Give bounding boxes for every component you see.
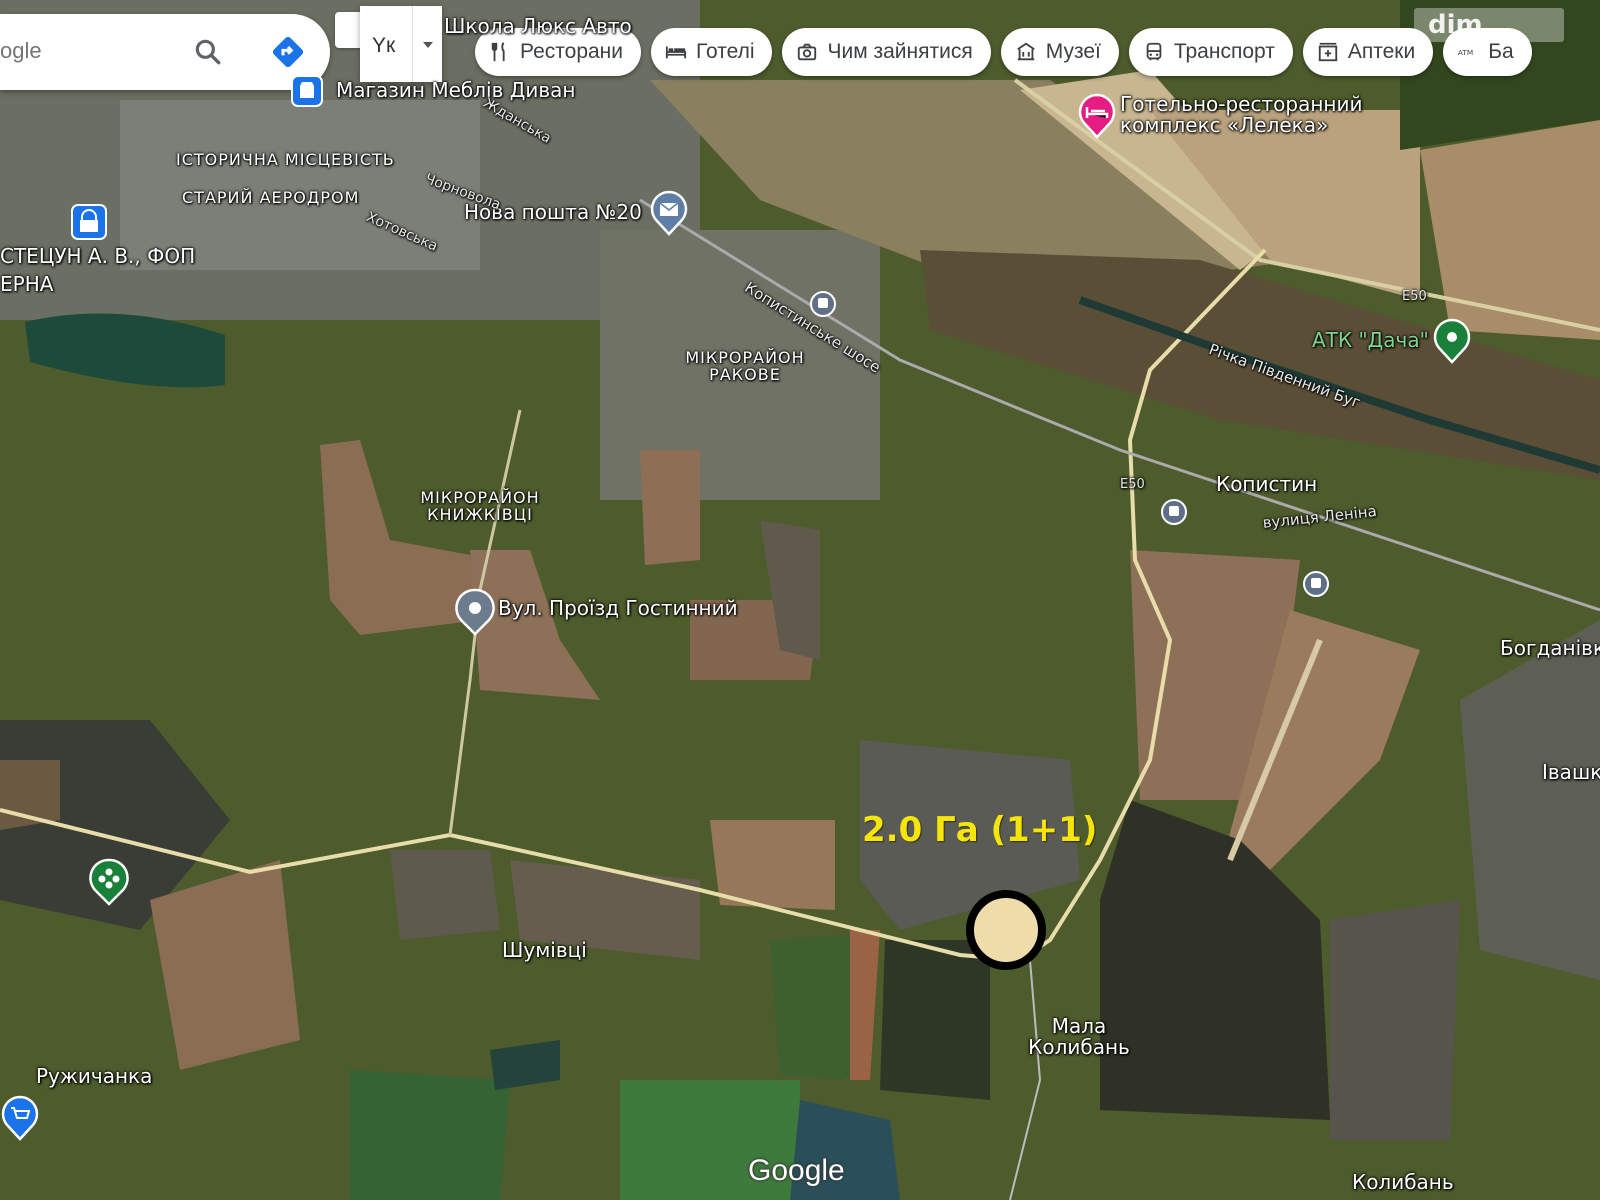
chip-transport[interactable]: Транспорт [1128, 28, 1293, 76]
chip-label: Ба [1488, 40, 1514, 63]
fork-knife-icon [491, 42, 505, 62]
field [880, 940, 990, 1100]
place-label-aerodrom: СТАРИЙ АЕРОДРОМ [182, 188, 360, 207]
field [1420, 120, 1600, 340]
bus-icon [1146, 42, 1162, 61]
marker-shopping[interactable] [70, 203, 108, 243]
place-label-cherna: ЕРНА [0, 272, 54, 296]
chip-label: Готелі [696, 40, 755, 63]
language-selector[interactable]: Yк [360, 6, 442, 82]
museum-icon [1016, 42, 1035, 61]
search-icon[interactable] [192, 36, 224, 68]
satellite-map[interactable] [0, 0, 1600, 1200]
language-code: Yк [372, 34, 396, 57]
field [1330, 900, 1460, 1140]
road-label-e50: E50 [1402, 289, 1427, 304]
place-label-mebli[interactable]: Магазин Меблів Диван [336, 80, 575, 101]
place-label-bohdanivka[interactable]: Богданівк [1500, 638, 1600, 659]
place-label-istorychna: ІСТОРИЧНА МІСЦЕВІСТЬ [176, 150, 395, 169]
place-label-ruzhychanka[interactable]: Ружичанка [36, 1066, 152, 1087]
layer-toggle-button[interactable] [335, 12, 361, 48]
parcel-area-label: 2.0 Га (1+1) [862, 810, 1098, 850]
chip-hotels[interactable]: Готелі [651, 28, 773, 76]
search-input[interactable]: ogle [0, 38, 42, 64]
place-label-shkola[interactable]: Школа Люкс Авто [444, 16, 632, 37]
place-label-knyzhkivtsi: МІКРОРАЙОН КНИЖКІВЦІ [420, 488, 540, 524]
watermark-logo: dim [1414, 8, 1564, 42]
place-label-atk[interactable]: АТК "Дача" [1312, 330, 1429, 351]
chip-label: Транспорт [1173, 40, 1275, 63]
place-label-hotel[interactable]: Готельно-ресторанний комплекс «Лелека» [1120, 94, 1380, 136]
field [640, 450, 700, 565]
chevron-down-icon[interactable] [423, 42, 433, 48]
place-label-kopystyn[interactable]: Копистин [1216, 474, 1317, 495]
place-label-ivashky[interactable]: Івашк [1542, 762, 1600, 783]
category-chips: Ресторани Готелі Чим зайнятися Музеї Тра… [475, 28, 1532, 76]
train-station-icon[interactable] [1160, 498, 1188, 526]
marker-hotel[interactable] [1077, 93, 1117, 139]
marker-park[interactable] [88, 858, 130, 906]
place-label-rakove: МІКРОРАЙОН РАКОВЕ [685, 348, 805, 384]
place-label-proizd[interactable]: Вул. Проїзд Гостинний [498, 598, 738, 619]
field [350, 1070, 510, 1200]
field [390, 850, 500, 940]
chip-museums[interactable]: Музеї [1000, 28, 1119, 76]
camera-icon [798, 43, 817, 61]
chip-label: Музеї [1045, 40, 1101, 63]
google-logo: Google [748, 1154, 845, 1187]
divider [412, 6, 413, 82]
field [770, 935, 850, 1080]
marker-place-green[interactable] [1432, 318, 1472, 364]
road-label-e50: E50 [1120, 477, 1145, 492]
marker-location[interactable] [454, 588, 496, 636]
search-box[interactable]: ogle [0, 14, 330, 90]
place-label-mala-kolyban[interactable]: Мала Колибань [1024, 1016, 1134, 1058]
atm-icon: ATM [1458, 48, 1473, 57]
chip-label: Ресторани [520, 40, 624, 63]
pharmacy-icon [1318, 42, 1338, 62]
marker-store[interactable] [290, 74, 324, 110]
place-label-kolyban[interactable]: Колибань [1352, 1172, 1454, 1193]
train-station-icon[interactable] [809, 290, 837, 318]
marker-cart[interactable] [0, 1095, 40, 1141]
svg-text:ATM: ATM [1458, 48, 1473, 57]
chip-label: Аптеки [1347, 40, 1416, 63]
place-label-stetsun[interactable]: СТЕЦУН А. В., ФОП [0, 246, 195, 267]
chip-label: Чим зайнятися [827, 40, 973, 63]
marker-mail[interactable] [649, 190, 689, 236]
parcel-marker [966, 890, 1046, 970]
directions-icon[interactable] [268, 32, 308, 72]
train-station-icon[interactable] [1302, 570, 1330, 598]
bed-icon [665, 46, 687, 59]
watermark-text: dim [1428, 10, 1483, 40]
chip-things-to-do[interactable]: Чим зайнятися [782, 28, 991, 76]
place-label-shumivtsi[interactable]: Шумівці [502, 940, 587, 961]
